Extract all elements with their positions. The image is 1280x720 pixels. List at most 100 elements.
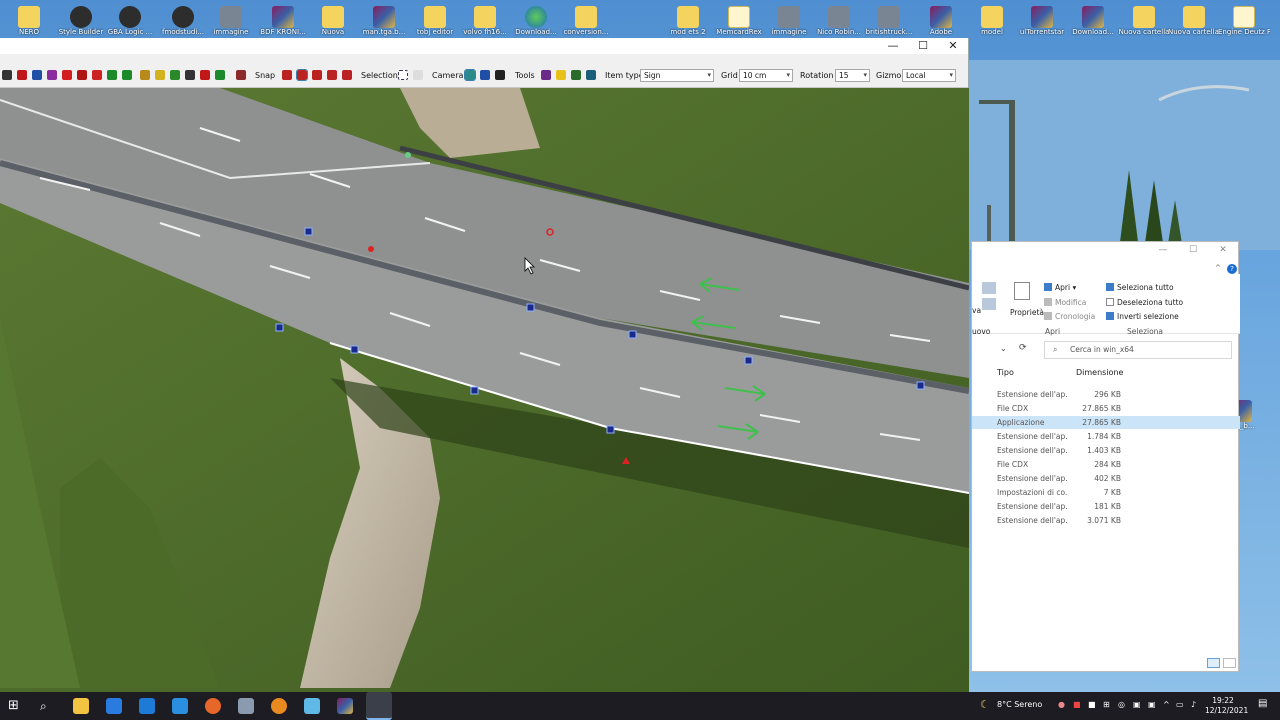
move-icon[interactable] bbox=[2, 70, 12, 80]
lasso-select-icon[interactable] bbox=[413, 70, 423, 80]
viewport-scene[interactable] bbox=[0, 88, 969, 692]
close-button[interactable]: ✕ bbox=[1208, 243, 1238, 257]
start-icon[interactable]: ⊞ bbox=[8, 698, 24, 714]
tray-icon[interactable]: ▣ bbox=[1148, 700, 1156, 709]
mail-icon[interactable] bbox=[139, 698, 155, 714]
explorer-titlebar[interactable]: — ☐ ✕ bbox=[972, 242, 1240, 262]
notifications-icon[interactable]: ▤ bbox=[1258, 698, 1267, 709]
snap-object-icon[interactable] bbox=[327, 70, 337, 80]
tray-icon[interactable]: ● bbox=[1058, 700, 1065, 709]
snap-grid-icon[interactable] bbox=[312, 70, 322, 80]
battery-icon[interactable]: ▭ bbox=[1176, 700, 1184, 709]
grid-tool-icon[interactable] bbox=[541, 70, 551, 80]
file-row[interactable]: File CDX 27.865 KB bbox=[972, 402, 1240, 415]
item-type-select[interactable]: Sign ▾ bbox=[640, 69, 714, 82]
grid-select[interactable]: 10 cm ▾ bbox=[739, 69, 793, 82]
car-icon[interactable] bbox=[200, 70, 210, 80]
ribbon-invert-selection[interactable]: Inverti selezione bbox=[1106, 312, 1179, 321]
file-row[interactable]: Estensione dell'ap... 402 KB bbox=[972, 472, 1240, 485]
file-explorer-icon[interactable] bbox=[73, 698, 89, 714]
file-row[interactable]: Estensione dell'ap... 1.403 KB bbox=[972, 444, 1240, 457]
file-row[interactable]: Impostazioni di co... 7 KB bbox=[972, 486, 1240, 499]
file-row[interactable]: Estensione dell'ap... 296 KB bbox=[972, 388, 1240, 401]
road-icon[interactable] bbox=[77, 70, 87, 80]
search-icon[interactable]: ⌕ bbox=[40, 698, 56, 714]
clock[interactable]: 19:22 12/12/2021 bbox=[1205, 696, 1248, 716]
notepad-icon[interactable] bbox=[304, 698, 320, 714]
desktop-icon[interactable]: Engine Deutz F10L413L3... bbox=[1218, 4, 1270, 44]
desktop-icon[interactable]: Nuova cartella (3) bbox=[1168, 4, 1220, 44]
snap-node-icon[interactable] bbox=[296, 69, 308, 81]
red-node[interactable] bbox=[368, 246, 374, 252]
editor-taskbar-icon[interactable] bbox=[366, 692, 392, 720]
ribbon-history[interactable]: Cronologia bbox=[1044, 312, 1095, 321]
settings-icon[interactable] bbox=[571, 70, 581, 80]
file-row[interactable]: Applicazione 27.865 KB bbox=[972, 416, 1240, 429]
sound-icon[interactable] bbox=[236, 70, 246, 80]
record-icon[interactable] bbox=[47, 70, 57, 80]
network-icon[interactable]: ⊞ bbox=[1103, 700, 1110, 709]
weather-text[interactable]: 8°C Sereno bbox=[997, 700, 1042, 709]
column-size[interactable]: Dimensione bbox=[1076, 368, 1123, 377]
copy-path-icon[interactable] bbox=[982, 282, 996, 294]
file-row[interactable]: Estensione dell'ap... 181 KB bbox=[972, 500, 1240, 513]
firefox-icon[interactable] bbox=[205, 698, 221, 714]
ribbon-edit[interactable]: Modifica bbox=[1044, 298, 1086, 307]
tray-icon[interactable]: ■ bbox=[1088, 700, 1096, 709]
details-view-icon[interactable] bbox=[1207, 658, 1220, 668]
snap-surface-icon[interactable] bbox=[342, 70, 352, 80]
close-button[interactable]: ✕ bbox=[938, 39, 968, 53]
app-icon[interactable] bbox=[238, 698, 254, 714]
person-icon[interactable] bbox=[215, 70, 225, 80]
ribbon-open[interactable]: Apri ▾ bbox=[1044, 283, 1076, 292]
rect-select-icon[interactable] bbox=[398, 70, 408, 80]
delete-icon[interactable] bbox=[17, 70, 27, 80]
rotate-icon[interactable] bbox=[107, 70, 117, 80]
tray-icon[interactable]: ◎ bbox=[1118, 700, 1125, 709]
prefab-icon[interactable] bbox=[185, 70, 195, 80]
sun-icon[interactable] bbox=[556, 70, 566, 80]
minimize-button[interactable]: — bbox=[878, 39, 908, 53]
curve-icon[interactable] bbox=[92, 70, 102, 80]
store-icon[interactable] bbox=[106, 698, 122, 714]
chevron-down-icon[interactable]: ⌄ bbox=[1000, 344, 1007, 353]
file-row[interactable]: File CDX 284 KB bbox=[972, 458, 1240, 471]
ribbon-properties[interactable]: Proprietà bbox=[1010, 308, 1044, 317]
maximize-button[interactable]: ☐ bbox=[1178, 243, 1208, 257]
file-row[interactable]: Estensione dell'ap... 3.071 KB bbox=[972, 514, 1240, 527]
editor-titlebar[interactable]: — ☐ ✕ bbox=[0, 38, 968, 54]
file-row[interactable]: Estensione dell'ap... 1.784 KB bbox=[972, 430, 1240, 443]
tiles-view-icon[interactable] bbox=[1223, 658, 1236, 668]
flag-icon[interactable] bbox=[62, 70, 72, 80]
blender-icon[interactable] bbox=[271, 698, 287, 714]
building-icon[interactable] bbox=[155, 70, 165, 80]
tray-icon[interactable]: ■ bbox=[1073, 700, 1081, 709]
search-input[interactable]: ⌕ Cerca in win_x64 bbox=[1044, 341, 1232, 359]
tree-icon[interactable] bbox=[170, 70, 180, 80]
zoom-icon[interactable] bbox=[586, 70, 596, 80]
gizmo-select[interactable]: Local ▾ bbox=[902, 69, 956, 82]
paste-shortcut-icon[interactable] bbox=[982, 298, 996, 310]
help-icon[interactable]: ? bbox=[1227, 264, 1237, 274]
ribbon-select-all[interactable]: Seleziona tutto bbox=[1106, 283, 1174, 292]
green-node[interactable] bbox=[405, 152, 411, 158]
refresh-icon[interactable]: ⟳ bbox=[1019, 343, 1027, 353]
desktop-icon[interactable]: Download... bbox=[1067, 4, 1119, 44]
volume-icon[interactable]: ♪ bbox=[1191, 700, 1196, 709]
minimize-button[interactable]: — bbox=[1148, 243, 1178, 257]
help-icon[interactable] bbox=[32, 70, 42, 80]
refresh-icon[interactable] bbox=[122, 70, 132, 80]
column-type[interactable]: Tipo bbox=[997, 368, 1014, 377]
desktop-icon[interactable]: model bbox=[966, 4, 1018, 44]
maximize-button[interactable]: ☐ bbox=[908, 39, 938, 53]
chevron-up-icon[interactable]: ^ bbox=[1163, 700, 1170, 709]
rotation-select[interactable]: 15 ▾ bbox=[835, 69, 870, 82]
ribbon-select-none[interactable]: Deseleziona tutto bbox=[1106, 298, 1183, 307]
cortana-icon[interactable] bbox=[172, 698, 188, 714]
pause-icon[interactable] bbox=[495, 70, 505, 80]
3d-viewport[interactable] bbox=[0, 88, 969, 692]
camera-fly-icon[interactable] bbox=[480, 70, 490, 80]
snap-magnet-icon[interactable] bbox=[282, 70, 292, 80]
properties-icon[interactable] bbox=[1014, 282, 1030, 300]
camera-orbit-icon[interactable] bbox=[464, 69, 476, 81]
